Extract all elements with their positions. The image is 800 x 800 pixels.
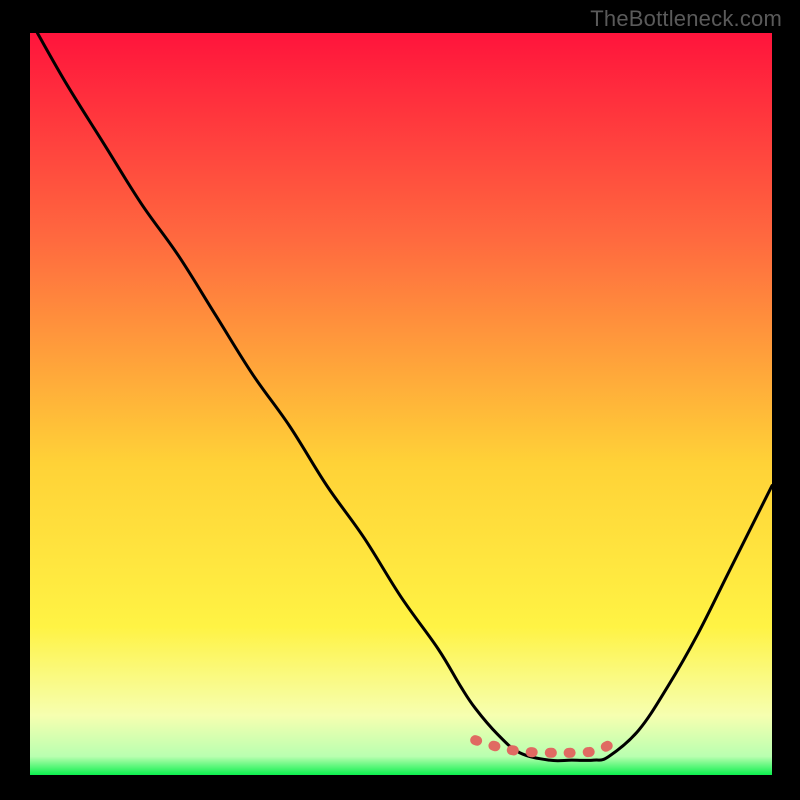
plot-area	[30, 33, 772, 775]
gradient-background	[30, 33, 772, 775]
chart-svg	[30, 33, 772, 775]
chart-container: TheBottleneck.com	[0, 0, 800, 800]
watermark-text: TheBottleneck.com	[590, 6, 782, 32]
